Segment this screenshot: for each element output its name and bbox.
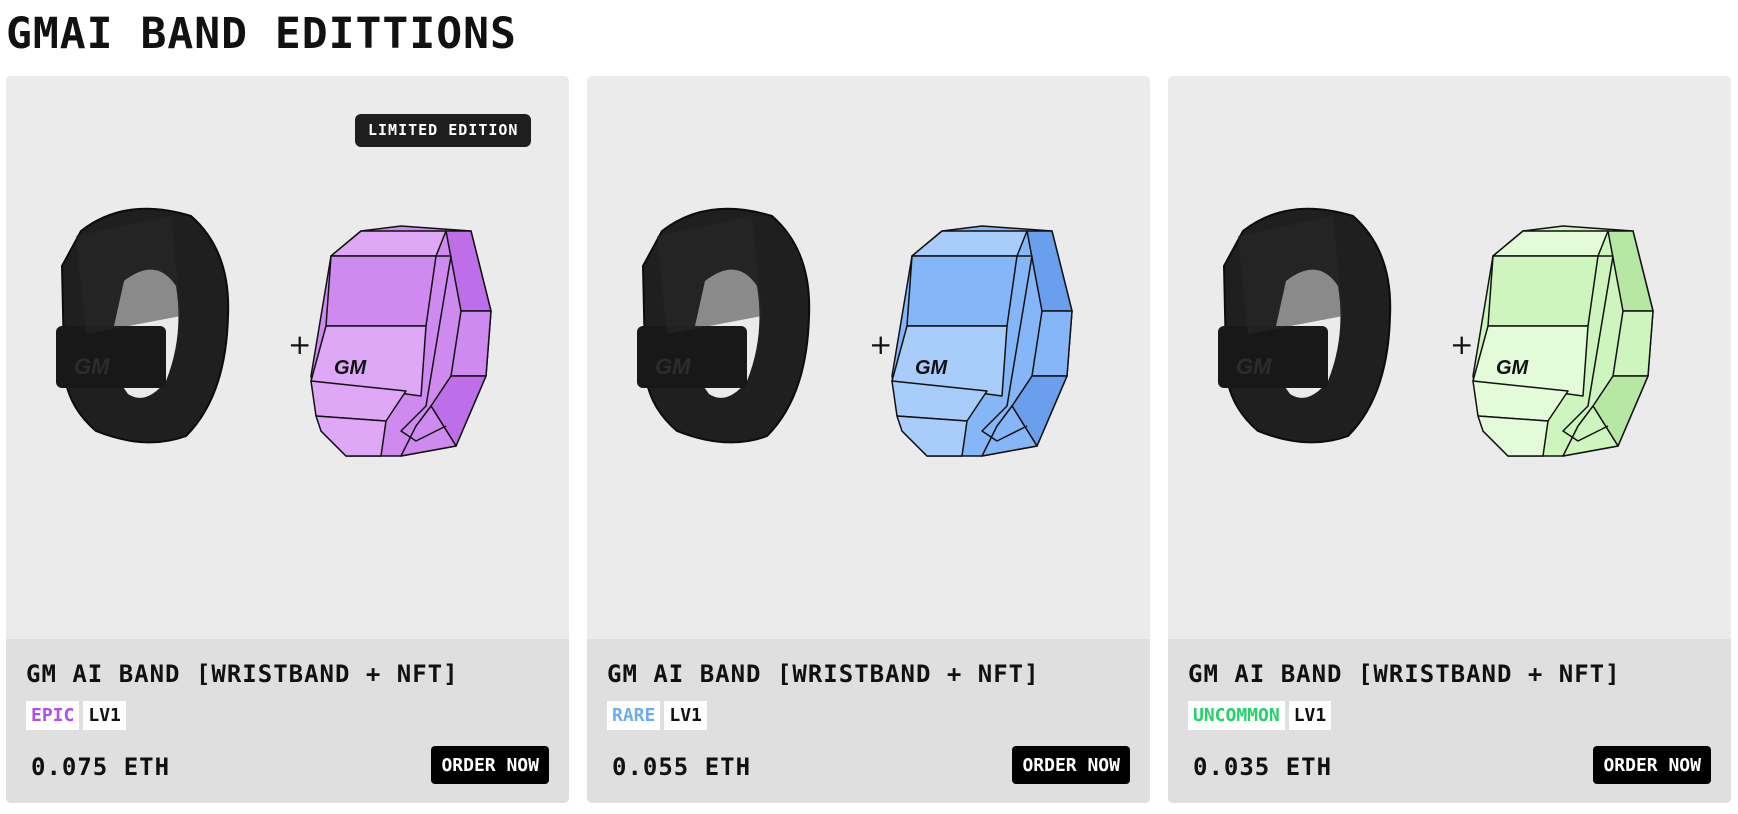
black-wristband-image: GM [637,207,811,444]
level-tag: LV1 [664,701,707,730]
product-illustration: GM + GM [637,207,1073,457]
product-name: GM AI BAND [WRISTBAND + NFT] [1188,660,1621,688]
limited-edition-badge: LIMITED EDITION [355,114,532,147]
product-grid: GM + GM LIMITED EDITION GM AI BAND [WRIS… [6,76,1731,803]
price: 0.055 ETH [612,753,752,781]
svg-text:GM: GM [74,354,110,379]
price: 0.075 ETH [31,753,171,781]
product-info: GM AI BAND [WRISTBAND + NFT] EPIC LV1 0.… [6,639,569,803]
rarity-tag: EPIC [26,701,80,730]
product-tags: EPIC LV1 [26,701,549,730]
product-image: GM + GM [1168,76,1731,639]
nft-band-image: GM [1472,225,1654,457]
product-image: GM + GM LIMITED EDITION [6,76,569,639]
product-info: GM AI BAND [WRISTBAND + NFT] RARE LV1 0.… [587,639,1150,803]
svg-text:GM: GM [334,357,368,379]
nft-band-image: GM [891,225,1073,457]
svg-text:GM: GM [1496,357,1530,379]
order-now-button[interactable]: ORDER NOW [1593,746,1711,784]
product-card[interactable]: GM + GM LIMITED EDITION GM AI BAND [WRIS… [6,76,569,803]
rarity-tag: UNCOMMON [1188,701,1285,730]
rarity-tag: RARE [607,701,661,730]
plus-sign: + [1450,328,1473,361]
product-info: GM AI BAND [WRISTBAND + NFT] UNCOMMON LV… [1168,639,1731,803]
svg-text:GM: GM [1236,354,1272,379]
plus-sign: + [288,328,311,361]
price: 0.035 ETH [1193,753,1333,781]
nft-band-image: GM [310,225,492,457]
product-illustration: GM + GM [1218,207,1654,457]
svg-text:GM: GM [915,357,949,379]
svg-text:GM: GM [655,354,691,379]
product-image: GM + GM [587,76,1150,639]
black-wristband-image: GM [56,207,230,444]
product-name: GM AI BAND [WRISTBAND + NFT] [607,660,1040,688]
level-tag: LV1 [83,701,126,730]
product-card[interactable]: GM + GM GM [1168,76,1731,803]
black-wristband-image: GM [1218,207,1392,444]
product-illustration: GM + GM [56,207,492,457]
product-tags: RARE LV1 [607,701,1130,730]
page-title: GMAI BAND EDITTIONS [6,9,517,59]
product-card[interactable]: GM + GM GM [587,76,1150,803]
order-now-button[interactable]: ORDER NOW [1012,746,1130,784]
product-tags: UNCOMMON LV1 [1188,701,1711,730]
order-now-button[interactable]: ORDER NOW [431,746,549,784]
level-tag: LV1 [1288,701,1332,730]
plus-sign: + [869,328,892,361]
product-name: GM AI BAND [WRISTBAND + NFT] [26,660,459,688]
